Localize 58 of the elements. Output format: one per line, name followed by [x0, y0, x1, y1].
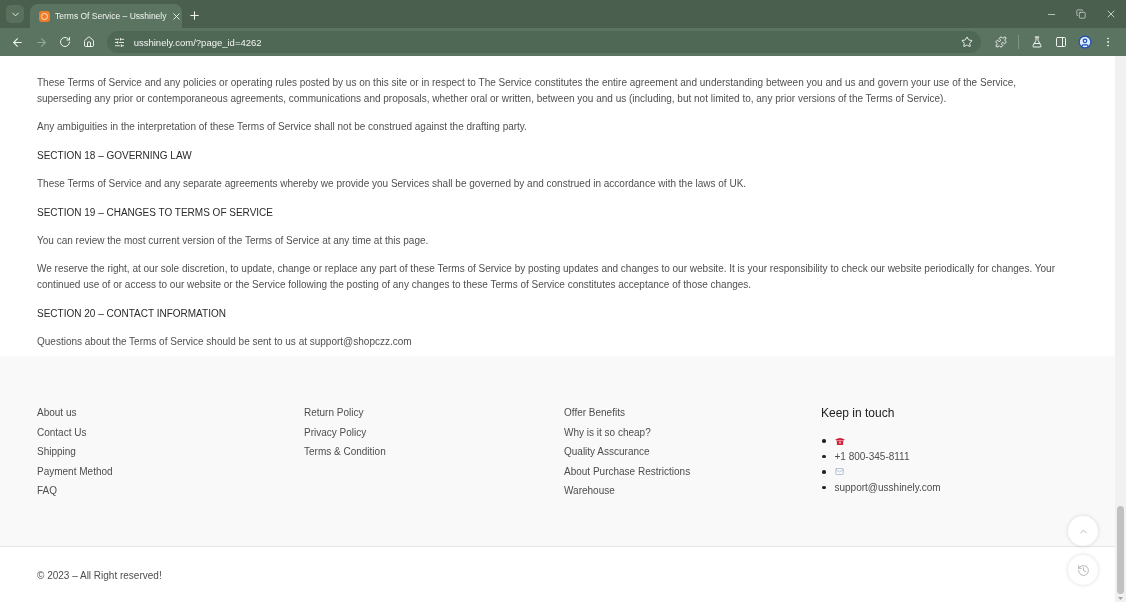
bullet-icon: [822, 454, 826, 459]
paragraph: Any ambiguities in the interpretation of these Terms of Service shall not be construed against the drafting party.: [37, 120, 528, 135]
scrollbar-thumb[interactable]: [1117, 506, 1124, 594]
section-heading: SECTION 19 – CHANGES TO TERMS OF SERVICE: [37, 205, 274, 220]
footer-link[interactable]: Why is it so cheap?: [564, 422, 651, 442]
contact-text: +1 800-345-8111: [834, 450, 910, 462]
puzzle-icon: [994, 36, 1007, 48]
envelope-icon: [834, 467, 844, 477]
site-favicon-icon: [39, 10, 50, 22]
address-bar[interactable]: usshinely.com/?page_id=4262: [106, 31, 981, 53]
bullet-icon: [822, 470, 826, 474]
footer-link[interactable]: FAQ: [37, 481, 57, 501]
flask-icon: [1031, 36, 1044, 48]
profile-avatar-icon: [1077, 35, 1092, 49]
footer-link[interactable]: About us: [37, 403, 77, 423]
new-tab-button[interactable]: [188, 9, 201, 22]
paragraph: You can review the most current version of the Terms of Service at any time at this page.: [37, 233, 430, 248]
close-tab-button[interactable]: [171, 10, 183, 22]
clock-icon: [1076, 563, 1090, 577]
footer-link[interactable]: Shipping: [37, 442, 76, 462]
footer-link[interactable]: Contact Us: [37, 422, 87, 442]
paragraph: These Terms of Service and any separate agreements whereby we provide you Services shall be governed by and construed in accordance with the laws of UK.: [37, 177, 748, 192]
telephone-icon: [834, 436, 845, 445]
contact-text: support@usshinely.com: [834, 482, 941, 494]
footer-link[interactable]: Payment Method: [37, 461, 113, 481]
reload-icon: [59, 36, 72, 48]
browser-tab[interactable]: Terms Of Service – Usshinely: [30, 4, 182, 28]
footer-link[interactable]: Terms & Condition: [304, 442, 386, 462]
footer-heading: Keep in touch: [821, 405, 895, 422]
paragraph: These Terms of Service and any policies or operating rules posted by us on this site or in respect to The Service constitutes the entire agreement and understanding between you and us and govern your use of the Service, superseding any prior or contemporaneous agreements, communications and proposals, whether oral or written, between you and us (including, but not limited to, any prior versions of the Terms of Service).: [37, 76, 1018, 106]
copyright-text: © 2023 – All Right reserved!: [37, 570, 162, 581]
paragraph: Questions about the Terms of Service should be sent to us at support@shopczz.com: [37, 335, 413, 350]
tab-title: Terms Of Service – Usshinely: [55, 11, 167, 21]
footer-link[interactable]: Warehouse: [564, 481, 615, 501]
footer-link[interactable]: Quality Asscurance: [564, 442, 650, 462]
footer-link[interactable]: About Purchase Restrictions: [564, 461, 691, 481]
home-icon: [82, 36, 95, 48]
footer-link[interactable]: Return Policy: [304, 403, 364, 423]
bullet-icon: [822, 485, 826, 490]
close-icon: [1105, 8, 1117, 20]
restore-icon: [1076, 9, 1086, 19]
scrollbar[interactable]: [1115, 56, 1126, 602]
tab-search-button[interactable]: [6, 5, 24, 23]
bookmark-button[interactable]: [960, 36, 973, 48]
back-arrow-icon: [11, 35, 25, 49]
sliders-icon: [114, 36, 126, 48]
section-heading: SECTION 18 – GOVERNING LAW: [37, 148, 193, 163]
bullet-icon: [822, 439, 826, 443]
forward-arrow-icon: [35, 35, 48, 49]
section-heading: SECTION 20 – CONTACT INFORMATION: [37, 306, 227, 321]
paragraph: We reserve the right, at our sole discretion, to update, change or replace any part of these Terms of Service by posting updates and changes to our website. It is your responsibility to check our website periodically for changes. Your continued use of or access to our website or the Service following the posting of any changes to these Terms of Service constitutes acceptance of those changes.: [37, 262, 1056, 293]
scroll-down-arrow-icon[interactable]: [1118, 597, 1123, 600]
side-panel-icon: [1054, 36, 1067, 48]
plus-icon: [188, 9, 201, 22]
footer-link[interactable]: Privacy Policy: [304, 422, 367, 442]
close-icon: [171, 10, 183, 22]
star-icon: [960, 36, 973, 48]
footer-link[interactable]: Offer Benefits: [564, 403, 625, 423]
